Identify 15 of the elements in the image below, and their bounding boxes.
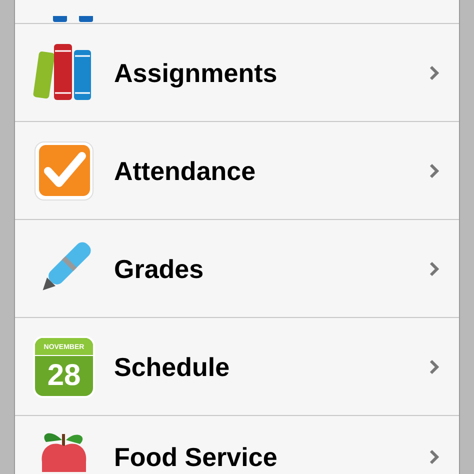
- menu-item[interactable]: Food Service: [15, 416, 459, 474]
- menu-item[interactable]: Assignments: [15, 24, 459, 122]
- chevron-icon: [429, 162, 439, 178]
- menu-label: Grades: [114, 254, 205, 284]
- chevron-icon: [429, 64, 439, 80]
- checkmark-icon: [34, 140, 94, 200]
- menu-label: Food Service: [114, 442, 278, 472]
- chevron-icon: [429, 449, 439, 465]
- menu-label: Attendance: [114, 156, 257, 186]
- menu-item[interactable]: Grades: [15, 220, 459, 318]
- chevron-icon: [429, 358, 439, 374]
- menu-label: Assignments: [114, 58, 278, 88]
- chevron-icon: [429, 260, 439, 276]
- menu-label: Schedule: [114, 352, 231, 382]
- menu-item[interactable]: Attendance: [15, 122, 459, 220]
